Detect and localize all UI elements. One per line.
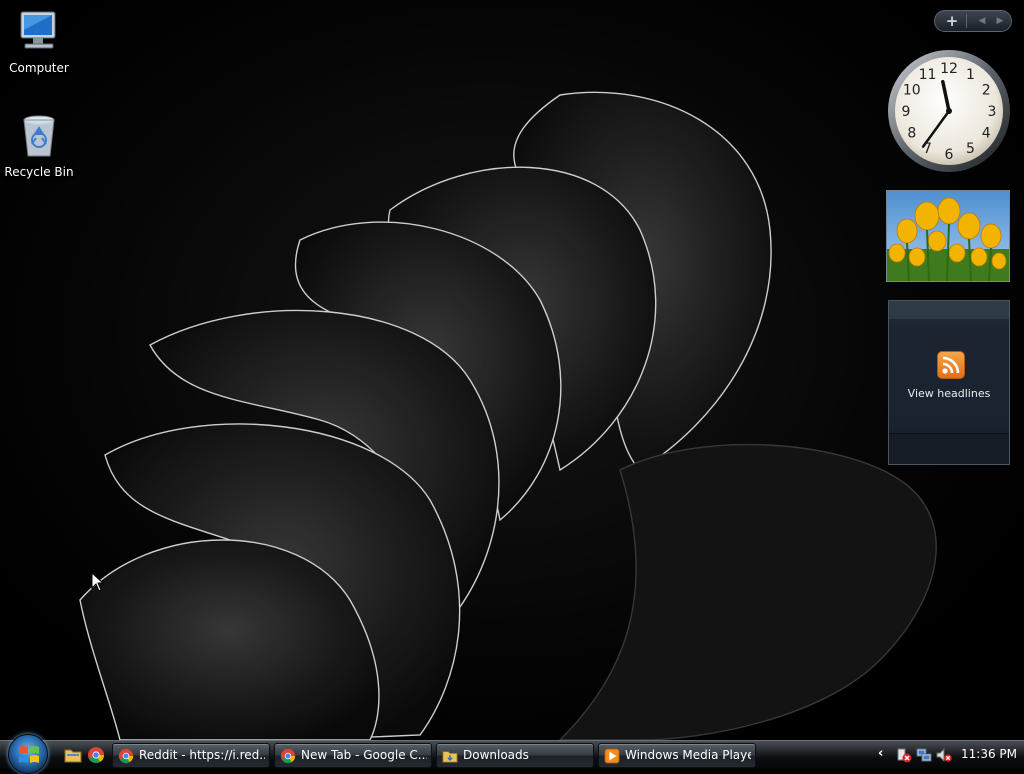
- clock-pin: [946, 108, 952, 114]
- clock-gadget[interactable]: 12 1234567891011: [886, 48, 1012, 174]
- clock-numeral: 9: [902, 104, 911, 120]
- add-gadget-button[interactable]: +: [943, 12, 961, 30]
- chrome-icon: [280, 748, 296, 764]
- slideshow-gadget[interactable]: [886, 190, 1010, 282]
- rss-icon: [937, 351, 965, 379]
- clock-numeral: 6: [945, 147, 954, 163]
- clock-numeral: 11: [919, 67, 937, 83]
- volume-muted-icon[interactable]: [936, 747, 952, 763]
- taskbar-button-downloads[interactable]: Downloads: [436, 743, 594, 768]
- folder-icon: [442, 751, 458, 763]
- folder-icon[interactable]: [64, 746, 82, 764]
- chrome-icon: [118, 748, 134, 764]
- computer-icon: [20, 11, 56, 49]
- security-alert-icon[interactable]: [896, 747, 912, 763]
- taskbar-button-label: New Tab - Google C...: [301, 748, 427, 762]
- desktop-icon-computer[interactable]: Computer: [1, 8, 77, 75]
- feed-headlines-gadget[interactable]: View headlines: [888, 300, 1010, 465]
- show-hidden-icons-button[interactable]: ‹: [878, 747, 883, 761]
- chrome-icon[interactable]: [87, 746, 105, 764]
- start-button[interactable]: [8, 734, 48, 774]
- clock-numeral: 5: [966, 141, 975, 157]
- desktop-icon-label: Recycle Bin: [4, 165, 74, 179]
- clock-numeral: 10: [903, 83, 921, 99]
- media-player-icon: [604, 748, 620, 764]
- sidebar-controls: + ◀ ▶: [934, 10, 1012, 32]
- system-clock[interactable]: 11:36 PM: [961, 741, 1017, 768]
- taskbar-button-label: Downloads: [463, 748, 529, 762]
- clock-numeral: 4: [982, 126, 991, 142]
- mouse-cursor-icon: [91, 572, 105, 592]
- next-page-button[interactable]: ▶: [993, 14, 1007, 28]
- windows-logo-icon: [19, 746, 39, 763]
- clock-numeral: 2: [982, 83, 991, 99]
- previous-page-button[interactable]: ◀: [975, 14, 989, 28]
- clock-numeral: 12: [940, 61, 958, 77]
- taskbar-button-label: Windows Media Player: [625, 748, 751, 762]
- taskbar-button-new-tab[interactable]: New Tab - Google C...: [274, 743, 432, 768]
- network-icon[interactable]: [916, 747, 932, 763]
- taskbar-button-windows-media-player[interactable]: Windows Media Player: [598, 743, 756, 768]
- desktop: Computer Recycle Bin + ◀ ▶ 12 1 2 3 4 5 …: [0, 0, 1024, 740]
- tulips-photo: [887, 191, 1009, 281]
- feed-footer: [889, 433, 1009, 464]
- divider: [966, 14, 967, 28]
- feed-header: [889, 301, 1009, 319]
- desktop-icon-label: Computer: [9, 61, 69, 75]
- taskbar-button-reddit[interactable]: Reddit - https://i.red...: [112, 743, 270, 768]
- wallpaper: [79, 91, 937, 740]
- recycle-bin-icon: [23, 115, 55, 157]
- notification-area: ‹ 11:36 PM: [870, 741, 1024, 769]
- clock-numeral: 3: [988, 104, 997, 120]
- clock-numeral: 1: [966, 67, 975, 83]
- view-headlines-link[interactable]: View headlines: [889, 387, 1009, 400]
- clock-numeral: 8: [907, 126, 916, 142]
- desktop-icon-recycle-bin[interactable]: Recycle Bin: [1, 112, 77, 179]
- taskbar: Reddit - https://i.red... New Tab - Goog…: [0, 734, 1024, 774]
- taskbar-button-label: Reddit - https://i.red...: [139, 748, 265, 762]
